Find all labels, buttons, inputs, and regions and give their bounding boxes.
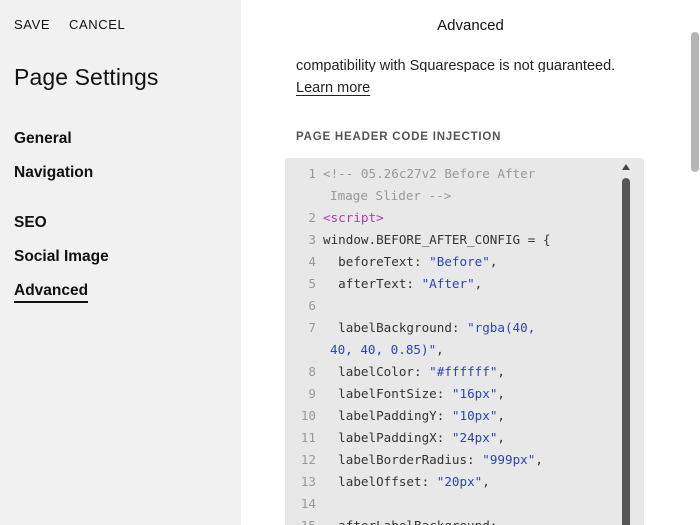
line-number: 8 (308, 364, 316, 379)
line-number: 6 (308, 298, 316, 313)
code-token: labelPaddingY: (323, 408, 452, 423)
code-token: , (489, 254, 498, 269)
code-token: , (497, 386, 505, 401)
code-line-wrap: Image Slider --> (285, 185, 615, 207)
line-number: 13 (300, 474, 316, 489)
sidebar: SAVE CANCEL Page Settings General Naviga… (0, 0, 241, 525)
code-token: "#ffffff" (429, 364, 498, 379)
code-line: 5 afterText: "After", (285, 273, 615, 295)
code-line: 11 labelPaddingX: "24px", (285, 427, 615, 449)
code-injection-editor[interactable]: 1 <!-- 05.26c27v2 Before After Image Slide… (285, 158, 644, 525)
line-number: 11 (300, 430, 316, 445)
code-token: , (535, 452, 543, 467)
code-token: , (497, 408, 505, 423)
code-token: , (497, 364, 505, 379)
line-number: 1 (308, 166, 316, 181)
line-number: 3 (308, 232, 316, 247)
code-token: "10px" (451, 408, 498, 423)
code-token: <!-- 05.26c27v2 Before After (323, 166, 536, 181)
sidebar-item-navigation[interactable]: Navigation (14, 164, 93, 182)
panel-scrollbar-thumb[interactable] (691, 32, 699, 172)
line-number: 12 (300, 452, 316, 467)
code-token: Image Slider --> (330, 188, 452, 203)
code-token: window.BEFORE_AFTER_CONFIG = { (323, 232, 551, 247)
scroll-up-arrow-icon[interactable] (622, 164, 630, 170)
code-token: beforeText: (323, 254, 430, 269)
line-number: 7 (308, 320, 316, 335)
code-token: "Before" (429, 254, 490, 269)
code-token: labelColor: (323, 364, 430, 379)
code-line: 2 <script> (285, 207, 615, 229)
code-line: 6 (285, 295, 615, 317)
learn-more-link[interactable]: Learn more (296, 80, 370, 96)
line-number: 9 (308, 386, 316, 401)
sidebar-item-advanced[interactable]: Advanced (14, 282, 89, 303)
code-token: "999px" (482, 452, 536, 467)
line-number: 5 (308, 276, 316, 291)
cancel-button[interactable]: CANCEL (69, 17, 125, 32)
line-number: 10 (300, 408, 316, 423)
code-line: 12 labelBorderRadius: "999px", (285, 449, 615, 471)
code-line: 3 window.BEFORE_AFTER_CONFIG = { (285, 229, 615, 251)
code-line: 1 <!-- 05.26c27v2 Before After Image Slide… (285, 163, 615, 207)
code-token: "rgba(40, (467, 320, 536, 335)
code-token: labelOffset: (323, 474, 437, 489)
code-token: , (497, 430, 505, 445)
code-token: , (482, 474, 490, 489)
code-content[interactable]: 1 <!-- 05.26c27v2 Before After Image Slide… (285, 163, 615, 525)
code-token: <script> (323, 210, 384, 225)
code-token: 40, 40, 0.85)" (330, 342, 437, 357)
code-line: 14 (285, 493, 615, 515)
code-line: 9 labelFontSize: "16px", (285, 383, 615, 405)
line-number: 4 (308, 254, 316, 269)
code-token: labelBackground: (323, 320, 468, 335)
code-token: labelBorderRadius: (323, 452, 483, 467)
code-line: 8 labelColor: "#ffffff", (285, 361, 615, 383)
code-line: 13 labelOffset: "20px", (285, 471, 615, 493)
code-line: 10 labelPaddingY: "10px", (285, 405, 615, 427)
panel-title: Advanced (437, 17, 504, 34)
page-title: Page Settings (14, 64, 159, 90)
line-number: 2 (308, 210, 316, 225)
code-token: , (436, 342, 444, 357)
code-token: labelPaddingX: (323, 430, 452, 445)
sidebar-item-social-image[interactable]: Social Image (14, 248, 109, 266)
code-line: 7 labelBackground: "rgba(40, 40, 40, 0.85… (285, 317, 615, 361)
sidebar-item-seo[interactable]: SEO (14, 214, 47, 232)
code-token: , (474, 276, 483, 291)
code-line-wrap: 40, 40, 0.85)", (285, 339, 615, 361)
code-line: 4 beforeText: "Before", (285, 251, 615, 273)
save-button[interactable]: SAVE (14, 17, 50, 32)
code-token: labelFontSize: (323, 386, 452, 401)
code-token: "After" (421, 276, 475, 291)
code-token: "24px" (451, 430, 498, 445)
line-number: 15 (285, 515, 323, 525)
code-line: 15 afterLabelBackground: (285, 515, 615, 525)
settings-panel: compatibility with Squarespace is not gu… (241, 0, 700, 525)
section-label: PAGE HEADER CODE INJECTION (296, 131, 502, 143)
line-number: 14 (300, 496, 316, 511)
code-token: afterLabelBackground: (323, 518, 497, 525)
code-token: "20px" (436, 474, 483, 489)
code-token: "16px" (451, 386, 498, 401)
code-scrollbar-thumb[interactable] (622, 178, 630, 525)
sidebar-item-general[interactable]: General (14, 130, 72, 148)
description-text: compatibility with Squarespace is not gu… (296, 59, 616, 72)
code-token: afterText: (323, 276, 422, 291)
